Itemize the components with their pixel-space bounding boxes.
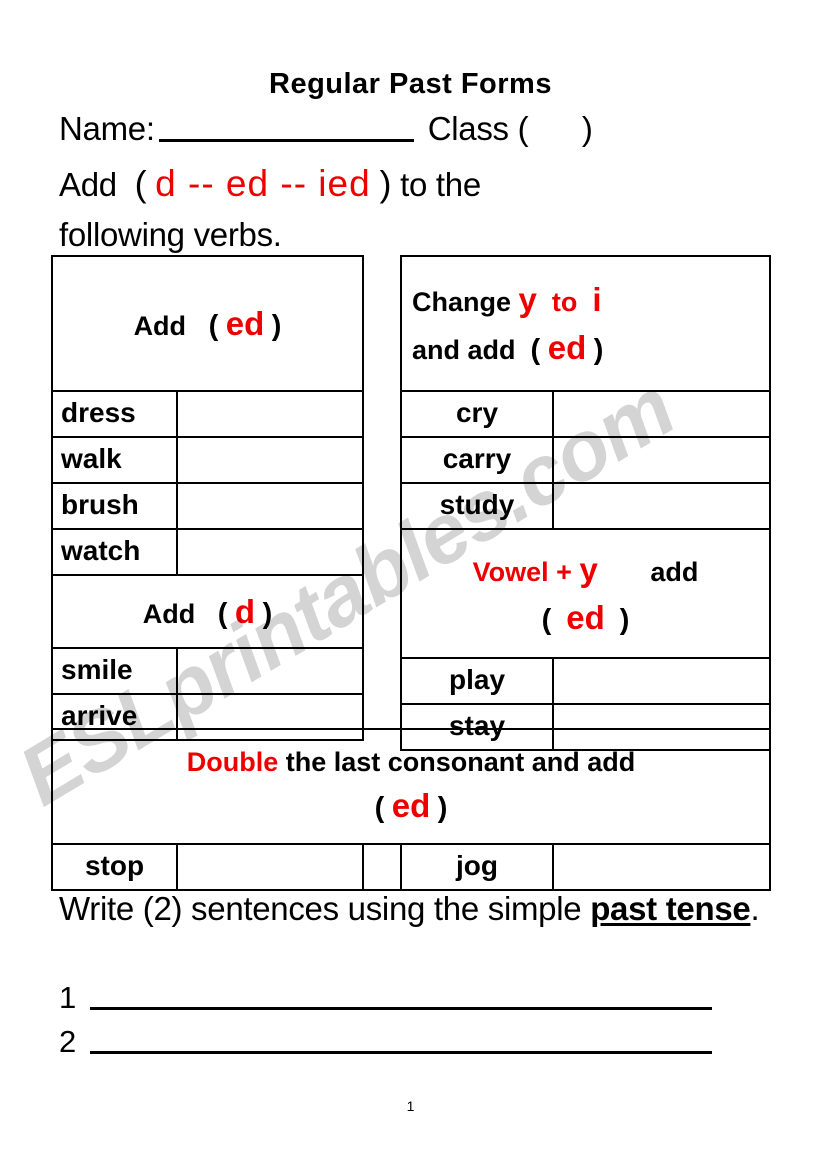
right-rules-table: Change y to i and add ( ed ) cry carry s… — [399, 255, 772, 751]
verb-dress: dress — [51, 390, 178, 438]
add-ed-header-cell: Add ( ed ) — [50, 255, 365, 392]
page-number: 1 — [406, 1098, 415, 1114]
answer-1-write-in-field[interactable] — [90, 987, 713, 1010]
and-add-prefix: and add — [412, 334, 516, 365]
change-y-to-i-header-cell: Change y to i and add ( ed ) — [399, 255, 772, 392]
answer-blank-watch[interactable] — [175, 528, 365, 576]
add-ed-ending: ed — [225, 304, 265, 342]
verb-play: play — [400, 657, 554, 705]
vowel-rule-text: Vowel + — [472, 556, 572, 587]
vowel-add-word: add — [650, 556, 699, 587]
double-consonant-table: Double the last consonant and add ( ed )… — [50, 728, 772, 891]
verb-jog: jog — [400, 843, 554, 891]
add-d-ending: d — [234, 592, 256, 630]
instruction-paren-close: ) — [379, 163, 392, 204]
answer-blank-smile[interactable] — [175, 647, 365, 695]
answer-line-1: 1 — [59, 980, 713, 1016]
add-ed-paren-open: ( — [208, 309, 219, 342]
table-row: stop jog — [51, 843, 772, 891]
table-row: walk — [51, 436, 365, 484]
vowel-letter-y: y — [579, 550, 598, 588]
table-row: brush — [51, 482, 365, 530]
answer-line-2: 2 — [59, 1024, 713, 1060]
double-paren-open: ( — [374, 792, 385, 825]
change-to-word: to — [551, 286, 578, 317]
instruction-prefix: Add — [59, 166, 117, 203]
table-row: watch — [51, 528, 365, 576]
table-row: play — [400, 657, 772, 705]
page-title: Regular Past Forms — [269, 68, 552, 100]
class-label: Class — [427, 110, 509, 147]
double-word: Double — [186, 747, 279, 777]
table-header-row: Vowel + y add ( ed ) — [399, 528, 772, 659]
table-row: cry — [400, 390, 772, 438]
class-paren-open: ( — [517, 110, 529, 147]
worksheet-page: Regular Past Forms Name: Class ( ) Add ( … — [0, 0, 821, 1169]
and-add-paren-open: ( — [530, 333, 541, 366]
double-consonant-header-cell: Double the last consonant and add ( ed ) — [50, 728, 772, 845]
double-rest-text: the last consonant and add — [285, 747, 636, 777]
add-d-prefix: Add — [142, 598, 196, 629]
answer-blank-play[interactable] — [551, 657, 772, 705]
answer-blank-cry[interactable] — [551, 390, 772, 438]
add-d-header-cell: Add ( d ) — [50, 574, 365, 649]
answer-2-write-in-field[interactable] — [90, 1031, 713, 1054]
change-prefix: Change — [412, 286, 512, 317]
spacer-cell — [362, 843, 402, 891]
answer-blank-brush[interactable] — [175, 482, 365, 530]
add-ed-paren-close: ) — [271, 309, 282, 342]
answer-2-number: 2 — [59, 1024, 77, 1059]
instruction-paren-open: ( — [134, 163, 147, 204]
table-row: dress — [51, 390, 365, 438]
answer-blank-walk[interactable] — [175, 436, 365, 484]
table-row: study — [400, 482, 772, 530]
add-d-paren-open: ( — [217, 597, 228, 630]
vowel-paren-open: ( — [541, 603, 552, 636]
vowel-paren-close: ) — [619, 603, 630, 636]
double-paren-close: ) — [437, 792, 448, 825]
name-class-line: Name: Class ( ) — [59, 110, 593, 148]
answer-blank-stop[interactable] — [176, 843, 364, 891]
verb-cry: cry — [400, 390, 554, 438]
instruction-endings: d -- ed -- ied — [155, 163, 371, 204]
verb-watch: watch — [51, 528, 178, 576]
table-header-row: Add ( d ) — [50, 574, 365, 649]
prompt-text-part2: . — [750, 890, 760, 927]
answer-blank-jog[interactable] — [551, 843, 772, 891]
vowel-plus-y-header-cell: Vowel + y add ( ed ) — [399, 528, 772, 659]
and-add-ending: ed — [547, 328, 587, 366]
instruction-line-2: following verbs. — [59, 216, 282, 253]
table-header-row: Double the last consonant and add ( ed ) — [50, 728, 772, 845]
prompt-text-part1: Write (2) sentences using the simple — [59, 890, 591, 927]
name-label: Name: — [59, 110, 155, 147]
answer-1-number: 1 — [59, 980, 77, 1015]
answer-blank-carry[interactable] — [551, 436, 772, 484]
verb-stop: stop — [51, 843, 178, 891]
verb-brush: brush — [51, 482, 178, 530]
writing-prompt: Write (2) sentences using the simple pas… — [59, 886, 789, 933]
table-row: smile — [51, 647, 365, 695]
and-add-paren-close: ) — [593, 333, 604, 366]
answer-blank-dress[interactable] — [175, 390, 365, 438]
add-d-paren-close: ) — [262, 597, 273, 630]
table-header-row: Add ( ed ) — [50, 255, 365, 392]
instruction-suffix: to the — [400, 166, 481, 203]
verb-smile: smile — [51, 647, 178, 695]
answer-blank-study[interactable] — [551, 482, 772, 530]
change-letter-i: i — [592, 280, 602, 318]
change-letter-y: y — [518, 280, 537, 318]
table-row: carry — [400, 436, 772, 484]
vowel-ending: ed — [566, 598, 605, 636]
verb-walk: walk — [51, 436, 178, 484]
class-paren-close: ) — [581, 110, 593, 147]
instruction-line-1: Add ( d -- ed -- ied ) to the — [59, 163, 481, 205]
prompt-emphasis: past tense — [590, 890, 751, 927]
double-ending: ed — [391, 787, 431, 825]
add-ed-prefix: Add — [133, 310, 187, 341]
name-write-in-field[interactable] — [158, 117, 414, 142]
left-rules-table: Add ( ed ) dress walk brush watch Add (… — [50, 255, 365, 741]
table-header-row: Change y to i and add ( ed ) — [399, 255, 772, 392]
verb-carry: carry — [400, 436, 554, 484]
verb-study: study — [400, 482, 554, 530]
